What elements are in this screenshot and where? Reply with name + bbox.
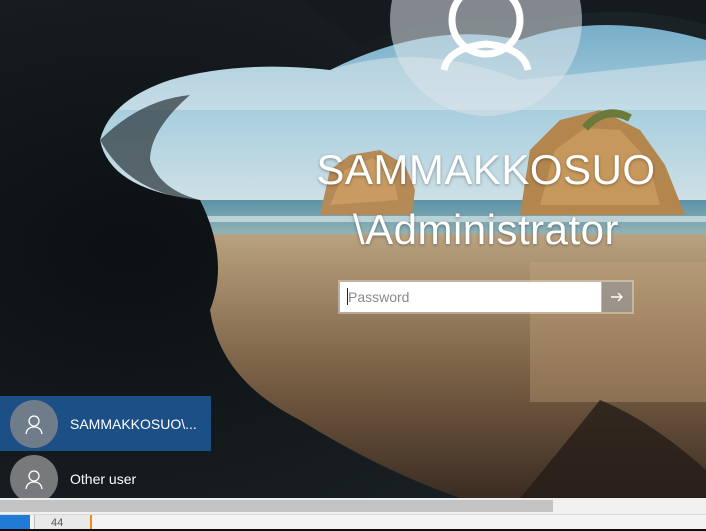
account-avatar bbox=[390, 0, 582, 116]
scrollbar-thumb[interactable] bbox=[0, 500, 553, 512]
arrow-right-icon bbox=[611, 292, 623, 302]
taskbar: 44 bbox=[0, 514, 706, 529]
user-silhouette-icon bbox=[440, 0, 532, 71]
user-silhouette-icon bbox=[25, 470, 43, 490]
horizontal-scrollbar[interactable] bbox=[0, 498, 706, 514]
submit-button[interactable] bbox=[602, 282, 632, 312]
account-name-line1: SAMMAKKOSUO bbox=[316, 146, 656, 193]
account-name-line2: \Administrator bbox=[352, 206, 620, 253]
user-switcher-list: SAMMAKKOSUO\... Other user bbox=[0, 396, 211, 507]
user-avatar bbox=[10, 455, 58, 503]
user-item-label: Other user bbox=[70, 471, 137, 487]
text-caret bbox=[347, 288, 348, 305]
password-input[interactable] bbox=[340, 282, 601, 312]
taskbar-start-button[interactable] bbox=[0, 515, 30, 529]
user-silhouette-icon bbox=[25, 414, 43, 434]
password-box bbox=[338, 280, 634, 314]
user-item-label: SAMMAKKOSUO\... bbox=[70, 415, 197, 432]
user-avatar bbox=[10, 399, 58, 448]
user-item-sammakkosuo[interactable]: SAMMAKKOSUO\... bbox=[0, 396, 211, 451]
taskbar-item[interactable]: 44 bbox=[34, 515, 92, 529]
account-name: SAMMAKKOSUO \Administrator bbox=[300, 140, 672, 260]
